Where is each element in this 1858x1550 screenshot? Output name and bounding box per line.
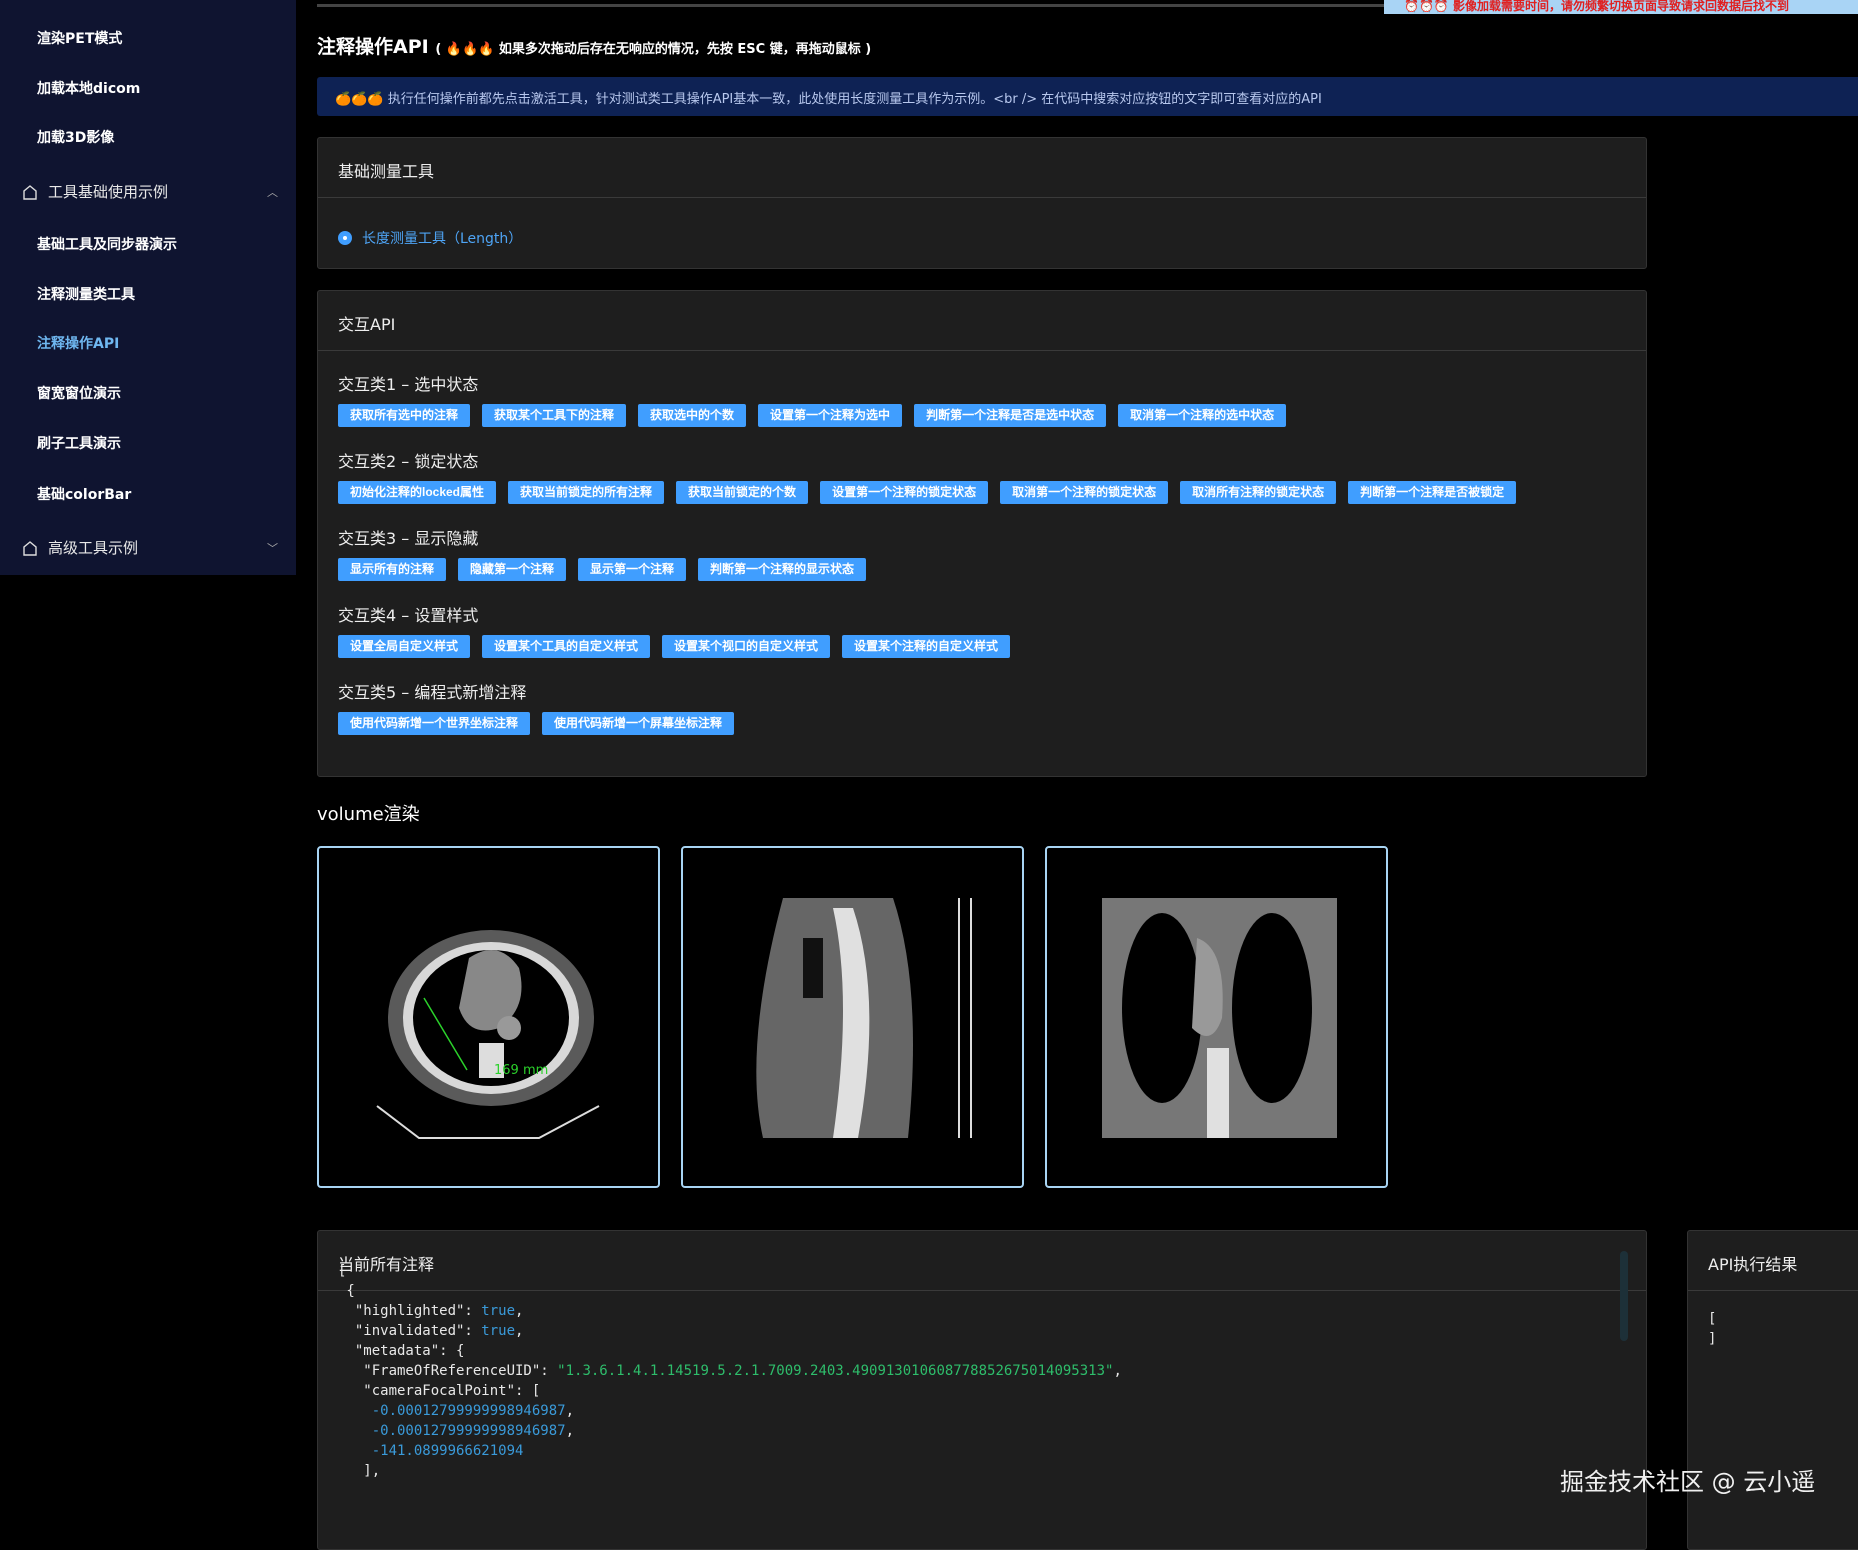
sidebar-item[interactable]: 加载本地dicom bbox=[37, 78, 140, 98]
api-button[interactable]: 判断第一个注释是否被锁定 bbox=[1348, 481, 1517, 504]
section-title: 交互类3 – 显示隐藏 bbox=[338, 529, 479, 548]
sagittal-ct-image bbox=[756, 898, 972, 1138]
sidebar-item[interactable]: 窗宽窗位演示 bbox=[37, 383, 121, 403]
chevron-down-icon: ﹀ bbox=[267, 541, 278, 555]
api-button[interactable]: 使用代码新增一个屏幕坐标注释 bbox=[542, 712, 735, 735]
home-icon bbox=[23, 540, 37, 556]
sidebar-item[interactable]: 基础工具及同步器演示 bbox=[37, 234, 177, 254]
code-line: ], bbox=[338, 1463, 381, 1479]
api-button[interactable]: 取消第一个注释的锁定状态 bbox=[1000, 481, 1169, 504]
sidebar-item[interactable]: 基础colorBar bbox=[37, 484, 131, 504]
api-button[interactable]: 设置某个注释的自定义样式 bbox=[842, 635, 1011, 658]
api-button[interactable]: 隐藏第一个注释 bbox=[458, 558, 567, 581]
sidebar-item[interactable]: 注释操作API bbox=[37, 333, 119, 353]
panel-title: 基础测量工具 bbox=[318, 138, 1646, 198]
section-title: 交互类2 – 锁定状态 bbox=[338, 452, 479, 471]
page-title: 注释操作API ( 🔥🔥🔥 如果多次拖动后存在无响应的情况，先按 ESC 键，再… bbox=[317, 32, 871, 59]
code-line: [ bbox=[338, 1263, 347, 1279]
all-annotations-panel: 当前所有注释 [ { "highlighted": true, "invalid… bbox=[317, 1230, 1647, 1550]
panel-title: API执行结果 bbox=[1688, 1231, 1858, 1291]
sidebar-item[interactable]: 注释测量类工具 bbox=[37, 284, 135, 304]
api-button[interactable]: 判断第一个注释的显示状态 bbox=[698, 558, 867, 581]
code-line: -0.00012799999998946987, bbox=[371, 1423, 575, 1439]
viewport-coronal[interactable] bbox=[1045, 846, 1388, 1188]
section-title: 交互类5 – 编程式新增注释 bbox=[338, 683, 527, 702]
measurement-label: 169 mm bbox=[494, 1063, 548, 1078]
divider bbox=[317, 4, 1387, 7]
api-button[interactable]: 显示第一个注释 bbox=[578, 558, 687, 581]
api-button[interactable]: 取消所有注释的锁定状态 bbox=[1180, 481, 1337, 504]
radio-checked-icon bbox=[338, 231, 352, 245]
info-alert: 🍊🍊🍊 执行任何操作前都先点击激活工具，针对测试类工具操作API基本一致，此处使… bbox=[317, 77, 1858, 116]
sidebar-group-label: 工具基础使用示例 bbox=[48, 183, 169, 201]
api-button[interactable]: 设置全局自定义样式 bbox=[338, 635, 471, 658]
button-row: 获取所有选中的注释 获取某个工具下的注释 获取选中的个数 设置第一个注释为选中 判断第一… bbox=[338, 404, 1287, 427]
sidebar-group[interactable]: 工具基础使用示例 ︿ bbox=[22, 181, 278, 202]
basic-tools-panel: 基础测量工具 长度测量工具（Length） bbox=[317, 137, 1647, 269]
sidebar: 渲染PET模式 加载本地dicom 加载3D影像工具基础使用示例 ︿ 基础工具及同步器演… bbox=[0, 0, 296, 575]
api-button[interactable]: 初始化注释的locked属性 bbox=[338, 481, 497, 504]
viewport-sagittal[interactable] bbox=[681, 846, 1024, 1188]
code-line: -0.00012799999998946987, bbox=[371, 1403, 575, 1419]
code-line: "FrameOfReferenceUID": "1.3.6.1.4.1.1451… bbox=[338, 1363, 1122, 1379]
api-result-json: [] bbox=[1708, 1309, 1716, 1349]
api-button[interactable]: 设置第一个注释的锁定状态 bbox=[820, 481, 989, 504]
button-row: 显示所有的注释 隐藏第一个注释 显示第一个注释 判断第一个注释的显示状态 bbox=[338, 558, 867, 581]
api-button[interactable]: 判断第一个注释是否是选中状态 bbox=[914, 404, 1107, 427]
radio-label: 长度测量工具（Length） bbox=[362, 231, 523, 247]
api-button[interactable]: 获取当前锁定的所有注释 bbox=[508, 481, 665, 504]
warning-banner: ⏰⏰⏰ 影像加载需要时间，请勿频繁切换页面导致请求回数据后找不到 bbox=[1384, 0, 1858, 14]
code-line: "invalidated": true, bbox=[338, 1323, 524, 1339]
title-note: ( 🔥🔥🔥 如果多次拖动后存在无响应的情况，先按 ESC 键，再拖动鼠标 ) bbox=[435, 42, 872, 57]
api-button[interactable]: 获取当前锁定的个数 bbox=[676, 481, 809, 504]
api-result-panel: API执行结果 [] bbox=[1687, 1230, 1858, 1550]
length-tool-radio[interactable]: 长度测量工具（Length） bbox=[338, 228, 522, 248]
api-button[interactable]: 设置某个视口的自定义样式 bbox=[662, 635, 831, 658]
code-line: "metadata": { bbox=[338, 1343, 465, 1359]
api-button[interactable]: 获取选中的个数 bbox=[638, 404, 747, 427]
watermark: 掘金技术社区 @ 云小遥 bbox=[1560, 1468, 1816, 1496]
button-row: 使用代码新增一个世界坐标注释 使用代码新增一个屏幕坐标注释 bbox=[338, 712, 735, 735]
button-row: 设置全局自定义样式 设置某个工具的自定义样式 设置某个视口的自定义样式 设置某个注释的… bbox=[338, 635, 1011, 658]
api-button[interactable]: 显示所有的注释 bbox=[338, 558, 447, 581]
annotations-json: [ { "highlighted": true, "invalidated": … bbox=[338, 1261, 1122, 1481]
api-button[interactable]: 获取某个工具下的注释 bbox=[482, 404, 627, 427]
sidebar-group-label: 高级工具示例 bbox=[48, 539, 139, 557]
axial-ct-image: 169 mm bbox=[376, 930, 600, 1139]
code-line: "highlighted": true, bbox=[338, 1303, 524, 1319]
api-button[interactable]: 取消第一个注释的选中状态 bbox=[1118, 404, 1287, 427]
scrollbar[interactable] bbox=[1620, 1251, 1628, 1341]
volume-title: volume渲染 bbox=[317, 804, 420, 825]
code-line: [ bbox=[1708, 1311, 1717, 1327]
api-button[interactable]: 设置第一个注释为选中 bbox=[758, 404, 903, 427]
section-title: 交互类1 – 选中状态 bbox=[338, 375, 479, 394]
sidebar-group[interactable]: 高级工具示例 ﹀ bbox=[22, 537, 278, 558]
api-button[interactable]: 设置某个工具的自定义样式 bbox=[482, 635, 651, 658]
chevron-up-icon: ︿ bbox=[267, 185, 278, 199]
code-line: "cameraFocalPoint": [ bbox=[338, 1383, 541, 1399]
panel-title: 交互API bbox=[318, 291, 1646, 351]
interaction-api-panel: 交互API 交互类1 – 选中状态获取所有选中的注释 获取某个工具下的注释 获取选中… bbox=[317, 290, 1647, 777]
sidebar-item[interactable]: 刷子工具演示 bbox=[37, 433, 121, 453]
viewport-axial[interactable]: 169 mm bbox=[317, 846, 660, 1188]
section-title: 交互类4 – 设置样式 bbox=[338, 606, 479, 625]
code-line: { bbox=[338, 1283, 355, 1299]
home-icon bbox=[23, 184, 37, 200]
button-row: 初始化注释的locked属性 获取当前锁定的所有注释 获取当前锁定的个数 设置第一个注… bbox=[338, 481, 1517, 504]
api-button[interactable]: 使用代码新增一个世界坐标注释 bbox=[338, 712, 531, 735]
code-line: ] bbox=[1708, 1331, 1717, 1347]
title-main: 注释操作API bbox=[317, 36, 429, 58]
coronal-ct-image bbox=[1102, 898, 1337, 1138]
code-line: -141.0899966621094 bbox=[371, 1443, 524, 1459]
sidebar-item[interactable]: 加载3D影像 bbox=[37, 127, 114, 147]
sidebar-item[interactable]: 渲染PET模式 bbox=[37, 28, 122, 48]
api-button[interactable]: 获取所有选中的注释 bbox=[338, 404, 471, 427]
